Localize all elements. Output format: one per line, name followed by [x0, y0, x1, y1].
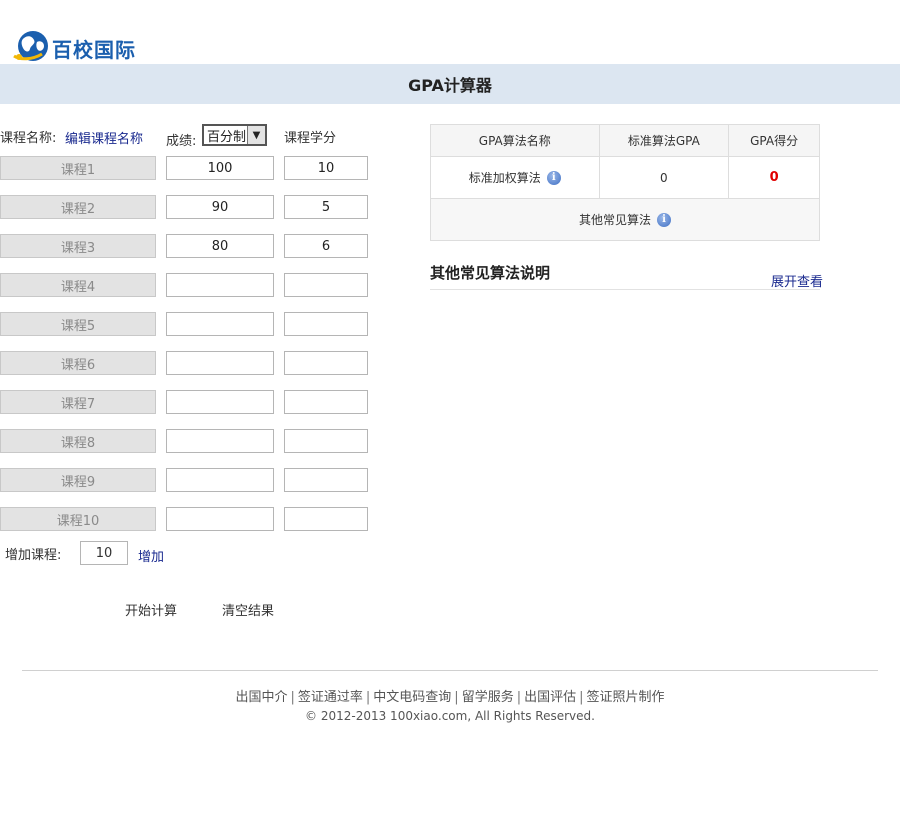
table-header-row: GPA算法名称 标准算法GPA GPA得分 — [430, 124, 820, 157]
course-name-field[interactable]: 课程1 — [0, 156, 156, 180]
score-input[interactable] — [166, 429, 274, 453]
gpa-score-value: 0 — [769, 170, 779, 185]
course-row: 课程6 — [0, 351, 370, 377]
gpa-results-table: GPA算法名称 标准算法GPA GPA得分 标准加权算法 i 0 0 其他常见算法… — [430, 124, 820, 241]
score-input[interactable] — [166, 351, 274, 375]
course-name-field[interactable]: 课程10 — [0, 507, 156, 531]
credit-input[interactable] — [284, 429, 368, 453]
table-row: 标准加权算法 i 0 0 — [430, 156, 820, 199]
course-name-field[interactable]: 课程7 — [0, 390, 156, 414]
footer-link[interactable]: 出国评估 — [524, 690, 576, 705]
add-course-link[interactable]: 增加 — [138, 546, 164, 565]
footer-link[interactable]: 出国中介 — [235, 690, 287, 705]
footer-link[interactable]: 签证通过率 — [298, 690, 363, 705]
course-row: 课程5 — [0, 312, 370, 338]
add-course-count-input[interactable]: 10 — [80, 541, 128, 565]
course-row: 课程9 — [0, 468, 370, 494]
credit-input[interactable]: 10 — [284, 156, 368, 180]
footer-divider — [22, 670, 878, 671]
course-row: 课程3 80 6 — [0, 234, 370, 260]
column-header: 标准算法GPA — [598, 124, 730, 157]
score-input[interactable] — [166, 507, 274, 531]
edit-course-name-link[interactable]: 编辑课程名称 — [65, 128, 143, 147]
course-name-field[interactable]: 课程9 — [0, 468, 156, 492]
credit-label: 课程学分 — [284, 131, 337, 146]
score-input[interactable] — [166, 273, 274, 297]
standard-method-name: 标准加权算法 — [468, 171, 541, 185]
info-icon[interactable]: i — [657, 213, 671, 227]
footer-link[interactable]: 签证照片制作 — [587, 690, 665, 705]
course-row: 课程2 90 5 — [0, 195, 370, 221]
chevron-down-icon: ▼ — [247, 126, 265, 144]
course-row: 课程7 — [0, 390, 370, 416]
course-row: 课程1 100 10 — [0, 156, 370, 182]
grade-system-value: 百分制 — [207, 129, 247, 145]
credit-input[interactable]: 5 — [284, 195, 368, 219]
credit-input[interactable] — [284, 273, 368, 297]
course-name-field[interactable]: 课程4 — [0, 273, 156, 297]
clear-results-button[interactable]: 清空结果 — [222, 600, 274, 619]
credit-input[interactable] — [284, 390, 368, 414]
course-name-field[interactable]: 课程6 — [0, 351, 156, 375]
column-header: GPA算法名称 — [430, 124, 600, 157]
course-name-label: 课程名称: — [0, 131, 57, 146]
column-header: GPA得分 — [728, 124, 820, 157]
score-input[interactable] — [166, 390, 274, 414]
add-course-label: 增加课程: — [5, 548, 62, 563]
other-methods-cell: 其他常见算法 i — [430, 198, 820, 241]
separator: | — [290, 690, 295, 705]
other-methods-label: 其他常见算法 — [578, 213, 651, 227]
score-input[interactable] — [166, 468, 274, 492]
title-bar: GPA计算器 — [0, 64, 900, 104]
score-input[interactable]: 100 — [166, 156, 274, 180]
globe-logo-icon — [12, 30, 50, 64]
copyright: © 2012-2013 100xiao.com, All Rights Rese… — [305, 709, 595, 723]
separator: | — [579, 690, 584, 705]
separator: | — [454, 690, 459, 705]
course-name-field[interactable]: 课程2 — [0, 195, 156, 219]
table-row: 其他常见算法 i — [430, 198, 820, 241]
other-methods-title: 其他常见算法说明 — [430, 264, 551, 282]
course-name-field[interactable]: 课程5 — [0, 312, 156, 336]
footer-links: 出国中介 | 签证通过率 | 中文电码查询 | 留学服务 | 出国评估 | 签证照片制作 — [0, 686, 900, 705]
page-title: GPA计算器 — [408, 76, 492, 95]
brand-name: 百校国际 — [52, 37, 136, 62]
standard-gpa-value: 0 — [598, 156, 730, 199]
course-row: 课程10 — [0, 507, 370, 533]
calculate-button[interactable]: 开始计算 — [125, 600, 177, 619]
score-input[interactable]: 90 — [166, 195, 274, 219]
credit-input[interactable] — [284, 351, 368, 375]
gpa-score-cell: 0 — [728, 156, 820, 199]
course-row: 课程8 — [0, 429, 370, 455]
course-name-field[interactable]: 课程8 — [0, 429, 156, 453]
credit-input[interactable] — [284, 507, 368, 531]
footer-link[interactable]: 中文电码查询 — [373, 690, 451, 705]
credit-input[interactable] — [284, 468, 368, 492]
score-input[interactable]: 80 — [166, 234, 274, 258]
credit-input[interactable]: 6 — [284, 234, 368, 258]
expand-link[interactable]: 展开查看 — [771, 271, 823, 290]
separator: | — [365, 690, 371, 705]
credit-input[interactable] — [284, 312, 368, 336]
score-input[interactable] — [166, 312, 274, 336]
course-row: 课程4 — [0, 273, 370, 299]
footer-link[interactable]: 留学服务 — [462, 690, 514, 705]
method-cell: 标准加权算法 i — [430, 156, 600, 199]
info-icon[interactable]: i — [546, 171, 561, 185]
course-name-field[interactable]: 课程3 — [0, 234, 156, 258]
grade-system-select[interactable]: 百分制 ▼ — [202, 124, 267, 146]
grade-label: 成绩: — [166, 134, 197, 149]
separator: | — [516, 690, 522, 705]
site-logo[interactable]: 百校国际 — [12, 30, 136, 64]
divider — [430, 289, 820, 290]
